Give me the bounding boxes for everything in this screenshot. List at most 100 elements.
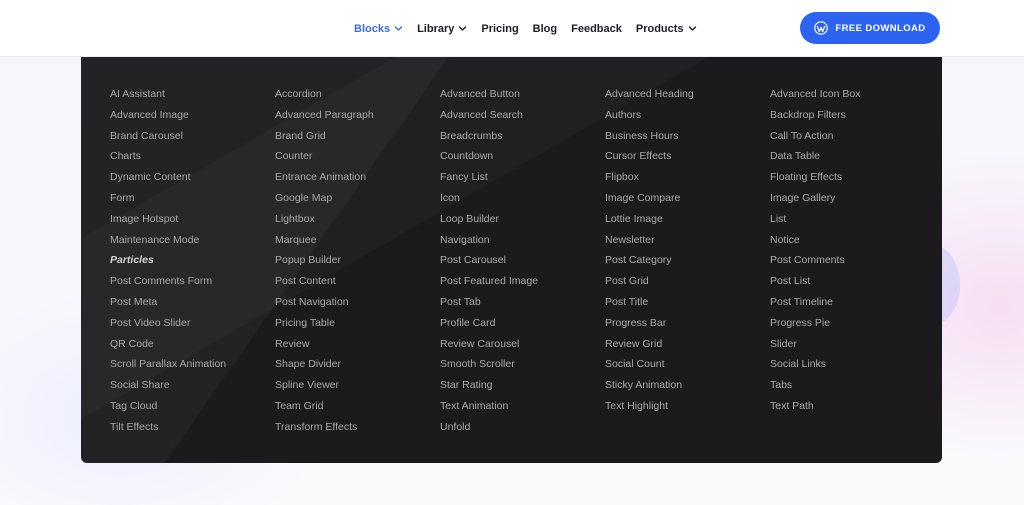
block-link-fancy-list[interactable]: Fancy List bbox=[440, 169, 605, 190]
nav-item-label: Library bbox=[417, 22, 455, 35]
blocks-grid: AI Assistant Accordion Advanced Button Adva… bbox=[110, 86, 935, 440]
block-link-post-comments[interactable]: Post Comments bbox=[770, 252, 935, 273]
block-link-social-count[interactable]: Social Count bbox=[605, 356, 770, 377]
block-link-pricing-table[interactable]: Pricing Table bbox=[275, 315, 440, 336]
block-link-unfold[interactable]: Unfold bbox=[440, 419, 605, 440]
block-link-breadcrumbs[interactable]: Breadcrumbs bbox=[440, 128, 605, 149]
block-link-advanced-icon-box[interactable]: Advanced Icon Box bbox=[770, 86, 935, 107]
free-download-label: FREE DOWNLOAD bbox=[835, 22, 926, 34]
block-link-tabs[interactable]: Tabs bbox=[770, 377, 935, 398]
block-link-cursor-effects[interactable]: Cursor Effects bbox=[605, 148, 770, 169]
block-link-authors[interactable]: Authors bbox=[605, 107, 770, 128]
block-link-profile-card[interactable]: Profile Card bbox=[440, 315, 605, 336]
block-link-image-gallery[interactable]: Image Gallery bbox=[770, 190, 935, 211]
block-link-post-category[interactable]: Post Category bbox=[605, 252, 770, 273]
block-link-accordion[interactable]: Accordion bbox=[275, 86, 440, 107]
block-link-text-animation[interactable]: Text Animation bbox=[440, 398, 605, 419]
block-link-post-meta[interactable]: Post Meta bbox=[110, 294, 275, 315]
main-navigation: Blocks Library Pricing Blog Feedback Products bbox=[354, 0, 697, 57]
nav-item-pricing[interactable]: Pricing bbox=[481, 23, 518, 35]
block-link-transform-effects[interactable]: Transform Effects bbox=[275, 419, 440, 440]
block-link-post-comments-form[interactable]: Post Comments Form bbox=[110, 273, 275, 294]
block-link-list[interactable]: List bbox=[770, 211, 935, 232]
nav-item-library[interactable]: Library bbox=[417, 23, 467, 35]
block-link-floating-effects[interactable]: Floating Effects bbox=[770, 169, 935, 190]
block-link-entrance-animation[interactable]: Entrance Animation bbox=[275, 169, 440, 190]
block-link-advanced-paragraph[interactable]: Advanced Paragraph bbox=[275, 107, 440, 128]
block-link-image-hotspot[interactable]: Image Hotspot bbox=[110, 211, 275, 232]
blocks-mega-menu: AI Assistant Accordion Advanced Button Adva… bbox=[81, 57, 942, 463]
block-link-review-grid[interactable]: Review Grid bbox=[605, 336, 770, 357]
block-link-google-map[interactable]: Google Map bbox=[275, 190, 440, 211]
block-link-post-navigation[interactable]: Post Navigation bbox=[275, 294, 440, 315]
block-link-navigation[interactable]: Navigation bbox=[440, 232, 605, 253]
chevron-down-icon bbox=[688, 24, 697, 33]
block-link-brand-grid[interactable]: Brand Grid bbox=[275, 128, 440, 149]
block-link-social-links[interactable]: Social Links bbox=[770, 356, 935, 377]
block-link-post-content[interactable]: Post Content bbox=[275, 273, 440, 294]
block-link-counter[interactable]: Counter bbox=[275, 148, 440, 169]
block-link-smooth-scroller[interactable]: Smooth Scroller bbox=[440, 356, 605, 377]
block-link-advanced-search[interactable]: Advanced Search bbox=[440, 107, 605, 128]
block-link-text-path[interactable]: Text Path bbox=[770, 398, 935, 419]
nav-item-label: Products bbox=[635, 22, 684, 35]
block-link-countdown[interactable]: Countdown bbox=[440, 148, 605, 169]
block-link-lightbox[interactable]: Lightbox bbox=[275, 211, 440, 232]
block-link-post-featured-image[interactable]: Post Featured Image bbox=[440, 273, 605, 294]
block-link-post-title[interactable]: Post Title bbox=[605, 294, 770, 315]
block-link-ai-assistant[interactable]: AI Assistant bbox=[110, 86, 275, 107]
block-link-spline-viewer[interactable]: Spline Viewer bbox=[275, 377, 440, 398]
block-link-slider[interactable]: Slider bbox=[770, 336, 935, 357]
block-link-team-grid[interactable]: Team Grid bbox=[275, 398, 440, 419]
block-link-social-share[interactable]: Social Share bbox=[110, 377, 275, 398]
block-link-marquee[interactable]: Marquee bbox=[275, 232, 440, 253]
block-link-shape-divider[interactable]: Shape Divider bbox=[275, 356, 440, 377]
block-link-icon[interactable]: Icon bbox=[440, 190, 605, 211]
block-link-sticky-animation[interactable]: Sticky Animation bbox=[605, 377, 770, 398]
nav-item-blog[interactable]: Blog bbox=[533, 23, 557, 35]
block-link-brand-carousel[interactable]: Brand Carousel bbox=[110, 128, 275, 149]
nav-item-feedback[interactable]: Feedback bbox=[571, 23, 622, 35]
block-link-maintenance-mode[interactable]: Maintenance Mode bbox=[110, 232, 275, 253]
block-link-progress-bar[interactable]: Progress Bar bbox=[605, 315, 770, 336]
block-link-newsletter[interactable]: Newsletter bbox=[605, 232, 770, 253]
nav-item-blocks[interactable]: Blocks bbox=[354, 23, 403, 35]
nav-item-products[interactable]: Products bbox=[636, 23, 697, 35]
block-link-popup-builder[interactable]: Popup Builder bbox=[275, 252, 440, 273]
block-link-scroll-parallax-animation[interactable]: Scroll Parallax Animation bbox=[110, 356, 275, 377]
block-link-data-table[interactable]: Data Table bbox=[770, 148, 935, 169]
block-link-lottie-image[interactable]: Lottie Image bbox=[605, 211, 770, 232]
free-download-button[interactable]: FREE DOWNLOAD bbox=[800, 12, 940, 44]
nav-item-label: Pricing bbox=[481, 22, 519, 35]
nav-item-label: Feedback bbox=[571, 22, 622, 35]
block-link-text-highlight[interactable]: Text Highlight bbox=[605, 398, 770, 419]
block-link-loop-builder[interactable]: Loop Builder bbox=[440, 211, 605, 232]
block-link-post-carousel[interactable]: Post Carousel bbox=[440, 252, 605, 273]
block-link-advanced-button[interactable]: Advanced Button bbox=[440, 86, 605, 107]
block-link-review[interactable]: Review bbox=[275, 336, 440, 357]
block-link-advanced-heading[interactable]: Advanced Heading bbox=[605, 86, 770, 107]
block-link-flipbox[interactable]: Flipbox bbox=[605, 169, 770, 190]
block-link-form[interactable]: Form bbox=[110, 190, 275, 211]
block-link-post-timeline[interactable]: Post Timeline bbox=[770, 294, 935, 315]
block-link-post-tab[interactable]: Post Tab bbox=[440, 294, 605, 315]
block-link-progress-pie[interactable]: Progress Pie bbox=[770, 315, 935, 336]
empty-cell bbox=[770, 419, 935, 440]
block-link-post-list[interactable]: Post List bbox=[770, 273, 935, 294]
block-link-image-compare[interactable]: Image Compare bbox=[605, 190, 770, 211]
block-link-qr-code[interactable]: QR Code bbox=[110, 336, 275, 357]
block-link-particles[interactable]: Particles bbox=[110, 252, 275, 273]
block-link-post-grid[interactable]: Post Grid bbox=[605, 273, 770, 294]
block-link-notice[interactable]: Notice bbox=[770, 232, 935, 253]
block-link-advanced-image[interactable]: Advanced Image bbox=[110, 107, 275, 128]
block-link-call-to-action[interactable]: Call To Action bbox=[770, 128, 935, 149]
block-link-charts[interactable]: Charts bbox=[110, 148, 275, 169]
block-link-review-carousel[interactable]: Review Carousel bbox=[440, 336, 605, 357]
block-link-dynamic-content[interactable]: Dynamic Content bbox=[110, 169, 275, 190]
block-link-business-hours[interactable]: Business Hours bbox=[605, 128, 770, 149]
block-link-backdrop-filters[interactable]: Backdrop Filters bbox=[770, 107, 935, 128]
block-link-post-video-slider[interactable]: Post Video Slider bbox=[110, 315, 275, 336]
block-link-tilt-effects[interactable]: Tilt Effects bbox=[110, 419, 275, 440]
block-link-tag-cloud[interactable]: Tag Cloud bbox=[110, 398, 275, 419]
block-link-star-rating[interactable]: Star Rating bbox=[440, 377, 605, 398]
